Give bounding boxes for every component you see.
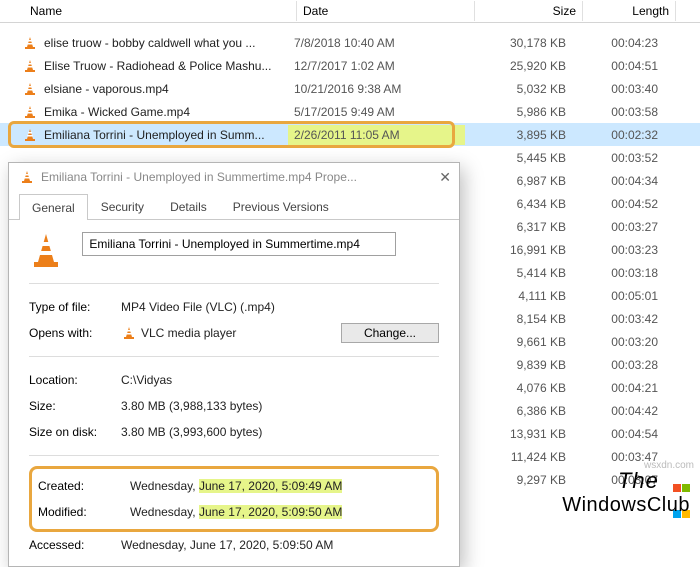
tab-general[interactable]: General <box>19 194 88 220</box>
tab-security[interactable]: Security <box>88 193 157 219</box>
file-size: 6,434 KB <box>465 194 572 214</box>
file-size: 5,032 KB <box>465 79 572 99</box>
value-size: 3.80 MB (3,988,133 bytes) <box>121 399 262 413</box>
column-header-size[interactable]: Size <box>475 1 583 21</box>
file-date: 7/8/2018 10:40 AM <box>288 33 465 53</box>
windows-logo-icon <box>670 472 690 492</box>
value-modified: Wednesday, June 17, 2020, 5:09:50 AM <box>130 505 342 519</box>
dialog-title-text: Emiliana Torrini - Unemployed in Summert… <box>41 170 357 184</box>
value-created: Wednesday, June 17, 2020, 5:09:49 AM <box>130 479 342 493</box>
file-date: 5/17/2015 9:49 AM <box>288 102 465 122</box>
label-modified: Modified: <box>38 505 130 519</box>
file-length: 00:03:28 <box>572 355 664 375</box>
file-size: 8,154 KB <box>465 309 572 329</box>
file-size: 4,111 KB <box>465 286 572 306</box>
file-date: 12/7/2017 1:02 AM <box>288 56 465 76</box>
label-type: Type of file: <box>29 300 121 314</box>
label-size-on-disk: Size on disk: <box>29 425 121 439</box>
file-length: 00:04:34 <box>572 171 664 191</box>
file-length: 00:04:21 <box>572 378 664 398</box>
file-name: elsiane - vaporous.mp4 <box>44 82 169 96</box>
vlc-cone-icon <box>121 325 137 341</box>
value-type: MP4 Video File (VLC) (.mp4) <box>121 300 275 314</box>
file-length: 00:03:42 <box>572 309 664 329</box>
properties-dialog: Emiliana Torrini - Unemployed in Summert… <box>8 162 460 567</box>
file-name: Emiliana Torrini - Unemployed in Summ... <box>44 128 265 142</box>
column-header-date[interactable]: Date <box>297 1 475 21</box>
value-opens-with: VLC media player <box>141 326 236 340</box>
file-length: 00:05:01 <box>572 286 664 306</box>
file-length: 00:04:52 <box>572 194 664 214</box>
file-size: 9,297 KB <box>465 470 572 490</box>
dialog-titlebar[interactable]: Emiliana Torrini - Unemployed in Summert… <box>9 163 459 191</box>
file-date: 10/21/2016 9:38 AM <box>288 79 465 99</box>
table-row-selected[interactable]: Emiliana Torrini - Unemployed in Summ...… <box>0 123 700 146</box>
label-location: Location: <box>29 373 121 387</box>
value-accessed: Wednesday, June 17, 2020, 5:09:50 AM <box>121 538 333 552</box>
close-icon[interactable]: ✕ <box>439 169 451 186</box>
file-size: 5,986 KB <box>465 102 572 122</box>
file-length: 00:03:58 <box>572 102 664 122</box>
list-header: Name Date Size Length <box>0 0 700 23</box>
file-size: 11,424 KB <box>465 447 572 467</box>
value-location: C:\Vidyas <box>121 373 172 387</box>
tab-details[interactable]: Details <box>157 193 220 219</box>
label-accessed: Accessed: <box>29 538 121 552</box>
file-length: 00:03:23 <box>572 240 664 260</box>
file-length: 00:04:23 <box>572 33 664 53</box>
file-size: 6,386 KB <box>465 401 572 421</box>
vlc-cone-icon <box>22 127 38 143</box>
label-size: Size: <box>29 399 121 413</box>
table-row[interactable]: elsiane - vaporous.mp4 10/21/2016 9:38 A… <box>0 77 700 100</box>
annotation-highlight-icon: Created:Wednesday, June 17, 2020, 5:09:4… <box>29 466 439 532</box>
label-opens-with: Opens with: <box>29 326 121 340</box>
file-length: 00:03:27 <box>572 217 664 237</box>
file-length: 00:04:51 <box>572 56 664 76</box>
file-length: 00:03:40 <box>572 79 664 99</box>
file-size: 6,987 KB <box>465 171 572 191</box>
table-row[interactable]: Elise Truow - Radiohead & Police Mashu..… <box>0 54 700 77</box>
file-name: Elise Truow - Radiohead & Police Mashu..… <box>44 59 271 73</box>
file-size: 5,414 KB <box>465 263 572 283</box>
file-size: 9,839 KB <box>465 355 572 375</box>
table-row[interactable] <box>0 23 700 31</box>
vlc-cone-icon <box>22 81 38 97</box>
file-length: 00:04:54 <box>572 424 664 444</box>
file-size: 30,178 KB <box>465 33 572 53</box>
tabs: General Security Details Previous Versio… <box>9 193 459 220</box>
file-size: 5,445 KB <box>465 148 572 168</box>
file-size: 16,991 KB <box>465 240 572 260</box>
column-header-length[interactable]: Length <box>583 1 676 21</box>
file-length: 00:03:20 <box>572 332 664 352</box>
file-length: 00:02:32 <box>572 125 664 145</box>
column-header-name[interactable]: Name <box>0 1 297 21</box>
file-size: 4,076 KB <box>465 378 572 398</box>
file-size: 9,661 KB <box>465 332 572 352</box>
label-created: Created: <box>38 479 130 493</box>
vlc-cone-icon <box>22 35 38 51</box>
vlc-cone-icon <box>22 58 38 74</box>
vlc-cone-icon <box>22 104 38 120</box>
file-size: 25,920 KB <box>465 56 572 76</box>
filename-input[interactable] <box>82 232 396 256</box>
file-name: Emika - Wicked Game.mp4 <box>44 105 190 119</box>
tab-previous-versions[interactable]: Previous Versions <box>220 193 342 219</box>
tab-general-body: Type of file:MP4 Video File (VLC) (.mp4)… <box>9 220 459 566</box>
file-size: 13,931 KB <box>465 424 572 444</box>
table-row[interactable]: Emika - Wicked Game.mp4 5/17/2015 9:49 A… <box>0 100 700 123</box>
watermark-logo: The WindowsClub <box>562 468 690 517</box>
vlc-cone-icon <box>19 169 35 185</box>
table-row[interactable]: elise truow - bobby caldwell what you ..… <box>0 31 700 54</box>
file-size: 6,317 KB <box>465 217 572 237</box>
value-size-on-disk: 3.80 MB (3,993,600 bytes) <box>121 425 262 439</box>
file-length: 00:03:18 <box>572 263 664 283</box>
file-size: 3,895 KB <box>465 125 572 145</box>
file-name: elise truow - bobby caldwell what you ..… <box>44 36 255 50</box>
file-date: 2/26/2011 11:05 AM <box>288 125 465 145</box>
vlc-cone-icon <box>29 232 63 273</box>
file-length: 00:04:42 <box>572 401 664 421</box>
change-button[interactable]: Change... <box>341 323 439 343</box>
file-length: 00:03:52 <box>572 148 664 168</box>
